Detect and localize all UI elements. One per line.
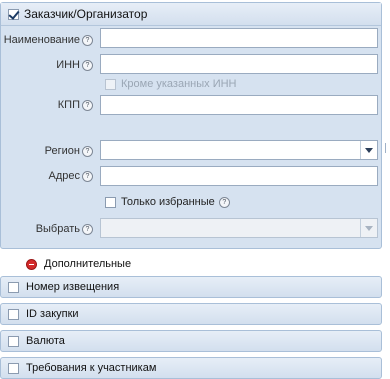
section-checkbox[interactable]	[8, 335, 19, 347]
inn-input[interactable]	[100, 54, 378, 74]
customer-panel: Заказчик/Организатор Наименование ? ИНН …	[0, 2, 382, 249]
name-label: Наименование	[3, 34, 80, 46]
help-icon[interactable]: ?	[82, 223, 93, 235]
region-select[interactable]	[100, 140, 378, 160]
customer-panel-title: Заказчик/Организатор	[24, 7, 148, 21]
except-inn-option[interactable]: Кроме указанных ИНН	[105, 78, 237, 90]
help-icon[interactable]: ?	[82, 59, 93, 71]
kpp-label: КПП	[57, 99, 80, 111]
customer-panel-checkbox[interactable]	[8, 8, 19, 20]
except-inn-checkbox[interactable]	[105, 78, 116, 90]
help-icon[interactable]: ?	[82, 145, 93, 157]
choose-dropdown-button[interactable]	[360, 219, 377, 237]
address-label: Адрес	[48, 170, 81, 182]
region-dropdown-button[interactable]	[360, 141, 377, 159]
additional-label: Дополнительные	[44, 258, 132, 270]
section-participant-requirements[interactable]: Требования к участникам	[0, 357, 382, 379]
name-input[interactable]	[100, 28, 378, 48]
only-favorites-label: Только избранные	[121, 196, 215, 208]
minus-circle-icon[interactable]	[26, 258, 37, 270]
name-row: Наименование ?	[1, 30, 93, 50]
section-label: Номер извещения	[26, 281, 120, 293]
address-row: Адрес ?	[1, 166, 93, 186]
choose-row: Выбрать ?	[1, 219, 93, 239]
kpp-input[interactable]	[100, 95, 378, 115]
section-label: Валюта	[26, 335, 65, 347]
section-checkbox[interactable]	[8, 308, 19, 320]
only-favorites-checkbox[interactable]	[105, 196, 116, 208]
help-icon[interactable]: ?	[82, 99, 93, 111]
section-purchase-id[interactable]: ID закупки	[0, 303, 382, 325]
section-label: ID закупки	[26, 308, 79, 320]
section-checkbox[interactable]	[8, 281, 19, 293]
scrollbar-grip[interactable]	[385, 143, 390, 153]
region-row: Регион ?	[1, 141, 93, 161]
chevron-down-icon	[365, 225, 373, 231]
customer-panel-header[interactable]: Заказчик/Организатор	[1, 3, 381, 26]
except-inn-label: Кроме указанных ИНН	[121, 78, 237, 90]
section-notice-number[interactable]: Номер извещения	[0, 276, 382, 298]
choose-select[interactable]	[100, 218, 378, 238]
kpp-row: КПП ?	[1, 95, 93, 115]
only-favorites-option[interactable]: Только избранные ?	[105, 196, 230, 208]
help-icon[interactable]: ?	[82, 34, 93, 46]
choose-label: Выбрать	[35, 223, 80, 235]
chevron-down-icon	[365, 147, 373, 153]
help-icon[interactable]: ?	[82, 170, 93, 182]
section-checkbox[interactable]	[8, 362, 19, 374]
section-label: Требования к участникам	[26, 362, 157, 374]
inn-row: ИНН ?	[1, 55, 93, 75]
help-icon[interactable]: ?	[218, 196, 230, 208]
inn-label: ИНН	[56, 59, 80, 71]
region-label: Регион	[44, 145, 80, 157]
section-currency[interactable]: Валюта	[0, 330, 382, 352]
address-input[interactable]	[100, 166, 378, 186]
additional-toggle[interactable]: Дополнительные	[26, 258, 131, 270]
